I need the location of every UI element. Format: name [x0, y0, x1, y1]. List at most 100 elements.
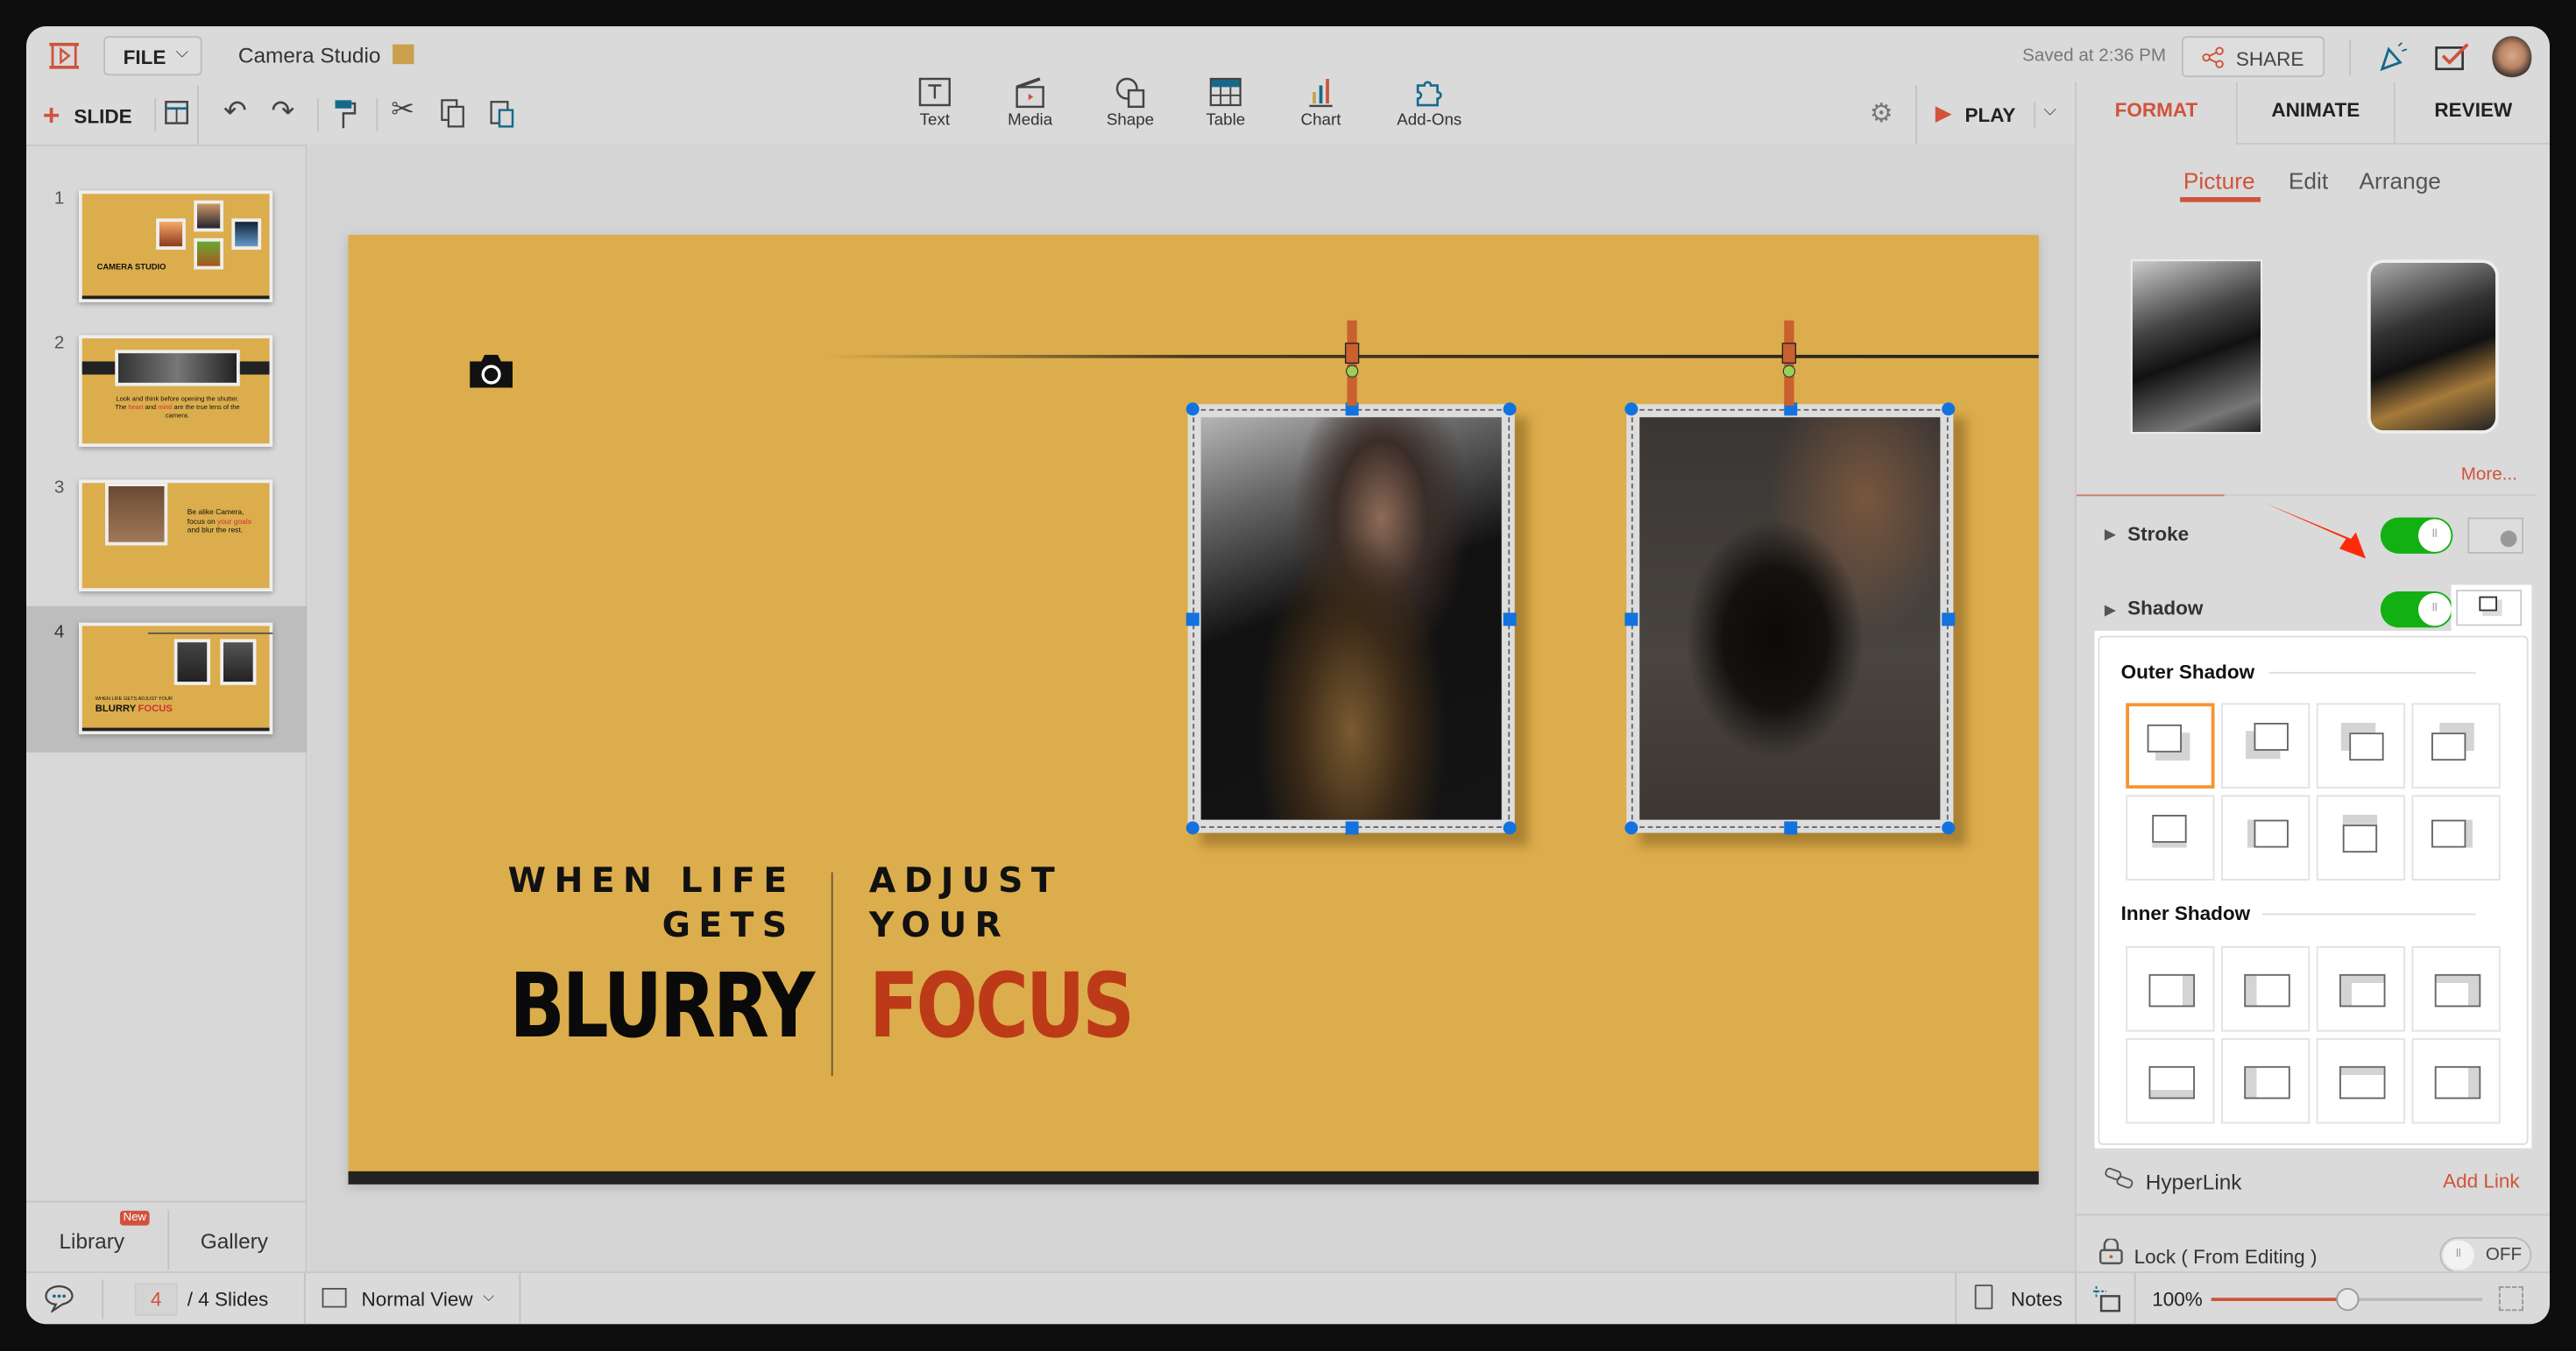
- chat-icon[interactable]: [45, 1284, 74, 1313]
- file-menu-button[interactable]: FILE ⌵: [103, 36, 202, 76]
- outer-shadow-preset[interactable]: [2126, 703, 2215, 789]
- insert-table-button[interactable]: Table: [1185, 75, 1267, 130]
- inner-shadow-preset[interactable]: [2221, 946, 2311, 1032]
- add-ons-button[interactable]: Add-Ons: [1388, 75, 1470, 130]
- inner-shadow-preset[interactable]: [2126, 1038, 2215, 1124]
- resize-handle[interactable]: [1624, 612, 1638, 626]
- layout-icon[interactable]: [165, 100, 189, 124]
- inner-shadow-preset[interactable]: [2126, 946, 2215, 1032]
- current-slide-input[interactable]: 4: [134, 1283, 178, 1316]
- outer-shadow-preset[interactable]: [2411, 703, 2501, 789]
- inner-shadow-preset[interactable]: [2411, 946, 2501, 1032]
- resize-handle[interactable]: [1624, 402, 1638, 416]
- shadow-preset-button[interactable]: [2456, 590, 2523, 626]
- format-painter-icon[interactable]: [334, 99, 357, 131]
- document-title[interactable]: Camera Studio: [238, 43, 381, 67]
- outer-shadow-preset[interactable]: [2411, 795, 2501, 881]
- share-button[interactable]: SHARE: [2182, 36, 2325, 78]
- insert-shape-button[interactable]: Shape: [1089, 75, 1171, 130]
- zoom-slider[interactable]: [2211, 1288, 2483, 1312]
- inner-shadow-preset[interactable]: [2316, 1038, 2405, 1124]
- outer-shadow-preset[interactable]: [2316, 795, 2405, 881]
- headline-right-small[interactable]: ADJUST YOUR: [869, 859, 1063, 948]
- folder-icon[interactable]: [393, 44, 414, 65]
- picture-style-preset[interactable]: [2130, 259, 2262, 434]
- zoom-slider-thumb[interactable]: [2335, 1288, 2359, 1312]
- inner-shadow-preset[interactable]: [2221, 1038, 2311, 1124]
- app-logo-icon[interactable]: [49, 42, 79, 77]
- slide-thumbnail-3[interactable]: Be alike Camera, focus on your goals and…: [79, 479, 273, 591]
- headline-left-small[interactable]: WHEN LIFE GETS: [447, 859, 796, 948]
- notes-label: Notes: [2011, 1288, 2063, 1312]
- insert-media-button[interactable]: Media: [989, 75, 1072, 130]
- stroke-style-dropdown[interactable]: [2467, 517, 2523, 554]
- cut-icon[interactable]: ✂: [391, 94, 414, 127]
- outer-shadow-preset[interactable]: [2221, 703, 2311, 789]
- fullscreen-icon[interactable]: [2498, 1286, 2523, 1312]
- insert-text-button[interactable]: Text: [894, 75, 976, 130]
- resize-handle[interactable]: [1185, 821, 1200, 835]
- insert-chart-button[interactable]: Chart: [1280, 75, 1362, 130]
- library-tab[interactable]: Library New: [26, 1204, 166, 1273]
- add-link-button[interactable]: Add Link: [2443, 1170, 2520, 1192]
- picture-frame-chef[interactable]: [1185, 402, 1517, 835]
- resize-handle[interactable]: [1942, 612, 1956, 626]
- fit-to-screen-icon[interactable]: [2092, 1284, 2123, 1314]
- view-mode-dropdown[interactable]: Normal View ⌵: [322, 1283, 503, 1316]
- blurry-text[interactable]: BLURRY: [510, 957, 816, 1057]
- announcement-icon[interactable]: [2375, 41, 2409, 74]
- share-label: SHARE: [2235, 47, 2304, 71]
- feedback-icon[interactable]: [2435, 43, 2471, 73]
- resize-handle[interactable]: [1503, 612, 1517, 626]
- slide-canvas[interactable]: WHEN LIFE GETS BLURRY ADJUST YOUR FOCUS: [348, 235, 2039, 1185]
- add-ons-label: Add-Ons: [1397, 111, 1462, 131]
- slide-thumbnail-2[interactable]: Look and think before opening the shutte…: [79, 335, 273, 447]
- tab-animate[interactable]: ANIMATE: [2235, 81, 2394, 145]
- resize-handle[interactable]: [1185, 402, 1200, 416]
- inner-shadow-preset[interactable]: [2316, 946, 2405, 1032]
- shadow-toggle[interactable]: ll: [2380, 591, 2453, 628]
- resize-handle[interactable]: [1345, 821, 1359, 835]
- gallery-tab[interactable]: Gallery: [201, 1229, 268, 1254]
- resize-handle[interactable]: [1784, 821, 1798, 835]
- expand-stroke-icon[interactable]: ▶: [2105, 526, 2116, 544]
- focus-text[interactable]: FOCUS: [869, 957, 1135, 1057]
- text-box-icon: [918, 77, 951, 107]
- inner-shadow-preset[interactable]: [2411, 1038, 2501, 1124]
- picture-frame-sitting-man[interactable]: [1624, 402, 1956, 835]
- notes-button[interactable]: Notes: [1971, 1283, 2070, 1316]
- lock-toggle[interactable]: ll OFF: [2439, 1236, 2532, 1274]
- add-slide-label: SLIDE: [74, 105, 132, 129]
- resize-handle[interactable]: [1624, 821, 1638, 835]
- slideshow-settings-icon[interactable]: ⚙: [1870, 97, 1893, 131]
- subtab-picture[interactable]: Picture: [2183, 167, 2255, 194]
- slide-thumbnail-1[interactable]: CAMERA STUDIO: [79, 190, 273, 302]
- expand-shadow-icon[interactable]: ▶: [2105, 601, 2116, 619]
- picture-style-preset[interactable]: [2367, 259, 2499, 434]
- red-arrow-annotation: [2263, 502, 2366, 559]
- resize-handle[interactable]: [1942, 402, 1956, 416]
- paste-icon[interactable]: [490, 99, 516, 129]
- outer-shadow-preset[interactable]: [2221, 795, 2311, 881]
- subtab-edit[interactable]: Edit: [2289, 167, 2328, 194]
- tab-format[interactable]: FORMAT: [2077, 81, 2236, 145]
- resize-handle[interactable]: [1185, 612, 1200, 626]
- resize-handle[interactable]: [1942, 821, 1956, 835]
- slide-thumbnail-4[interactable]: WHEN LIFE GETS ADJUST YOUR BLURRY FOCUS: [79, 622, 273, 735]
- more-styles-link[interactable]: More...: [2461, 465, 2517, 485]
- redo-icon[interactable]: ↷: [271, 95, 294, 129]
- outer-shadow-preset[interactable]: [2316, 703, 2405, 789]
- outer-shadow-preset[interactable]: [2126, 795, 2215, 881]
- play-options-chevron-icon[interactable]: ⌵: [2044, 102, 2056, 120]
- camera-icon: [470, 355, 513, 388]
- resize-handle[interactable]: [1503, 402, 1517, 416]
- tab-review[interactable]: REVIEW: [2393, 81, 2550, 145]
- resize-handle[interactable]: [1503, 821, 1517, 835]
- stroke-toggle[interactable]: ll: [2380, 517, 2453, 554]
- user-avatar[interactable]: [2492, 36, 2532, 79]
- subtab-arrange[interactable]: Arrange: [2360, 167, 2441, 194]
- copy-icon[interactable]: [441, 99, 467, 129]
- undo-icon[interactable]: ↶: [223, 95, 247, 129]
- play-button[interactable]: ▶ PLAY ⌵: [1936, 99, 2059, 132]
- table-icon: [1209, 77, 1242, 107]
